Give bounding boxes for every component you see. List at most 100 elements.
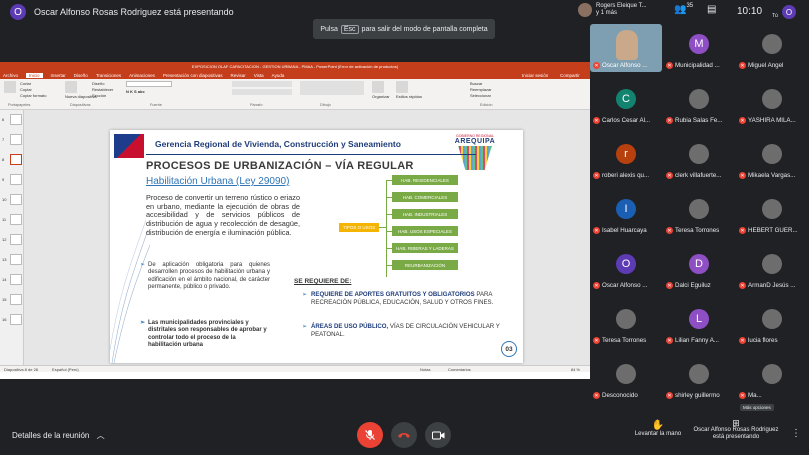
new-slide-icon[interactable]	[65, 81, 77, 93]
participant-name: HEBERT GUER...	[748, 227, 798, 234]
participant-tile[interactable]: D ✕ Dalci Eguiluz	[663, 244, 735, 292]
arrange-icon[interactable]	[372, 81, 384, 93]
raise-hand-label: Levantar la mano	[634, 431, 682, 437]
people-icon[interactable]: 👥35	[674, 3, 693, 15]
select-button[interactable]: Seleccionar	[470, 93, 492, 99]
thumbnail-preview	[10, 134, 22, 145]
participant-tile[interactable]: ✕ Desconocido	[590, 354, 662, 402]
presenter-avatar-icon: O	[10, 4, 26, 20]
ribbon-tab[interactable]: Animaciones	[129, 73, 155, 78]
ribbon-tab[interactable]: Diseño	[74, 73, 88, 78]
slide-thumbnail[interactable]: 8	[2, 154, 22, 167]
slide-thumbnail[interactable]: 16	[2, 314, 22, 327]
participant-tile[interactable]: ✕ ArmanD Jesús ...	[736, 244, 808, 292]
participant-tile[interactable]: I ✕ Isabel Huarcaya	[590, 189, 662, 237]
participant-tile[interactable]: ✕ Ma...	[736, 354, 808, 402]
thumbnail-number: 13	[2, 257, 7, 262]
participant-tile[interactable]: ✕ Mikaela Vargas...	[736, 134, 808, 182]
thumbnail-number: 10	[2, 197, 7, 202]
font-format-icons[interactable]: N K S abc	[126, 89, 172, 95]
notes-button[interactable]: Notas	[420, 367, 430, 372]
participant-tile[interactable]: ✕ Oscar Alfonso ...	[590, 24, 662, 72]
participant-tile[interactable]: ✕ lucia flores	[736, 299, 808, 347]
participant-avatar	[689, 89, 709, 109]
req1-bold: REQUIERE DE APORTES GRATUITOS Y OBLIGATO…	[311, 291, 475, 298]
section-button[interactable]: Sección	[92, 93, 113, 99]
font-name-select[interactable]	[126, 81, 172, 87]
participant-name: Carlos Cesar Al...	[602, 117, 651, 124]
participant-tile[interactable]: ✕ Teresa Torrones	[590, 299, 662, 347]
participant-tile[interactable]: ✕ Teresa Torrones	[663, 189, 735, 237]
ribbon-tab[interactable]: Ayuda	[272, 73, 285, 78]
presenting-status-button[interactable]: ⊞ Oscar Alfonso Rosas Rodriguez está pre…	[688, 419, 784, 441]
participant-tile[interactable]: r ✕ roberi alexis qu...	[590, 134, 662, 182]
drawing-group	[300, 81, 364, 95]
participant-tile[interactable]: O ✕ Oscar Alfonso ...	[590, 244, 662, 292]
sign-in-link[interactable]: Iniciar sesión	[522, 73, 548, 78]
raise-hand-button[interactable]: ✋ Levantar la mano	[630, 420, 686, 437]
participant-tile[interactable]: C ✕ Carlos Cesar Al...	[590, 79, 662, 127]
definition-paragraph: Proceso de convertir un terreno rústico …	[146, 193, 300, 237]
ribbon-group-label: Diapositivas	[70, 103, 91, 107]
slide-thumbnail[interactable]: 6	[2, 114, 22, 127]
slide-thumbnail[interactable]: 9	[2, 174, 22, 187]
participant-name: clerk villafuerte...	[675, 172, 722, 179]
self-avatar[interactable]: O	[782, 5, 796, 19]
ribbon-group-label: Dibujo	[320, 103, 331, 107]
share-button[interactable]: Compartir	[560, 73, 580, 78]
quick-styles-button[interactable]: Estilos rápidos	[396, 94, 422, 100]
participant-tile[interactable]: ✕ shirley guillermo	[663, 354, 735, 402]
thumbnail-preview	[10, 194, 22, 205]
participant-tile[interactable]: ✕ Miguel Angel	[736, 24, 808, 72]
ribbon-tab[interactable]: Inicio	[26, 72, 43, 78]
ribbon-tab[interactable]: Archivo	[3, 73, 18, 78]
participant-name: Mikaela Vargas...	[748, 172, 796, 179]
arrange-button[interactable]: Organizar	[372, 94, 390, 100]
slide-thumbnail[interactable]: 7	[2, 134, 22, 147]
more-vert-icon[interactable]: ⋮	[791, 428, 801, 439]
requirement-contributions: REQUIERE DE APORTES GRATUITOS Y OBLIGATO…	[302, 291, 505, 306]
chat-icon[interactable]: ▤	[707, 4, 716, 15]
ribbon-tab[interactable]: Insertar	[51, 73, 66, 78]
presenter-label: Oscar Alfonso Rosas Rodriguez está prese…	[34, 7, 234, 17]
tree-trunk	[386, 181, 387, 277]
participant-tile[interactable]: ✕ clerk villafuerte...	[663, 134, 735, 182]
participant-tile[interactable]: M ✕ Municipalidad ...	[663, 24, 735, 72]
ppt-ribbon: Cortar Copiar Copiar formato Nueva diapo…	[0, 79, 590, 110]
zoom-level[interactable]: 84 %	[571, 367, 580, 372]
slide-header: Gerencia Regional de Vivienda, Construcc…	[155, 139, 401, 149]
format-painter-button[interactable]: Copiar formato	[20, 93, 46, 99]
ppt-status-bar: Diapositiva 8 de 28 Español (Perú) Notas…	[0, 365, 590, 372]
ribbon-tab[interactable]: Revisar	[230, 73, 245, 78]
paste-icon[interactable]	[4, 81, 16, 93]
participant-tile[interactable]: L ✕ Lilian Fanny A...	[663, 299, 735, 347]
participant-tile[interactable]: ✕ HEBERT GUER...	[736, 189, 808, 237]
meeting-details-button[interactable]: Detalles de la reunión ︿	[12, 430, 105, 441]
slide-thumbnail[interactable]: 14	[2, 274, 22, 287]
slide-thumbnail[interactable]: 12	[2, 234, 22, 247]
end-call-button[interactable]	[391, 422, 417, 448]
status-slide-count: Diapositiva 8 de 28	[4, 366, 39, 372]
mic-off-button[interactable]	[357, 422, 383, 448]
quick-styles-icon[interactable]	[396, 81, 408, 93]
ribbon-tab[interactable]: Vista	[254, 73, 264, 78]
slide-thumbnail[interactable]: 10	[2, 194, 22, 207]
participant-name: lucia flores	[748, 337, 778, 344]
thumbnail-preview	[10, 234, 22, 245]
slide-thumbnail[interactable]: 15	[2, 294, 22, 307]
shapes-gallery[interactable]	[300, 81, 364, 95]
camera-button[interactable]	[425, 422, 451, 448]
paragraph-controls[interactable]	[232, 81, 292, 87]
ribbon-tab[interactable]: Transiciones	[96, 73, 121, 78]
participant-avatar	[762, 254, 782, 274]
participant-tile[interactable]: ✕ YASHIRA MILA...	[736, 79, 808, 127]
ppt-editor: 6 7 8 9 10 11 12 13 14 15 16 Gerencia Regional de …	[0, 110, 590, 372]
participant-avatar: M	[689, 34, 709, 54]
comments-button[interactable]: Comentarios	[448, 367, 471, 372]
thumbnail-number: 12	[2, 237, 7, 242]
participant-tile[interactable]: ✕ Rubia Salas Fe...	[663, 79, 735, 127]
slide-thumbnail[interactable]: 11	[2, 214, 22, 227]
ribbon-tab[interactable]: Presentación con diapositivas	[163, 73, 223, 78]
raised-hand-user[interactable]: Rogers Eleique T... y 1 más	[578, 3, 647, 17]
slide-thumbnail[interactable]: 13	[2, 254, 22, 267]
